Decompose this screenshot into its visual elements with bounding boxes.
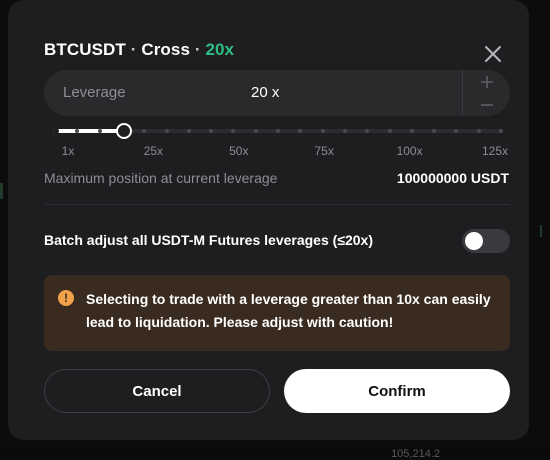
close-button[interactable] bbox=[482, 43, 504, 65]
background-chart-fragment bbox=[540, 225, 542, 237]
close-icon bbox=[485, 46, 501, 62]
batch-adjust-label: Batch adjust all USDT-M Futures leverage… bbox=[44, 232, 373, 248]
warning-text: Selecting to trade with a leverage great… bbox=[86, 291, 491, 330]
cancel-button[interactable]: Cancel bbox=[44, 369, 270, 413]
slider-tick bbox=[276, 129, 280, 133]
plus-icon bbox=[481, 75, 493, 88]
background-chart-fragment bbox=[0, 183, 3, 199]
leverage-tag: 20x bbox=[205, 40, 235, 59]
background-strip: 105,214.2 bbox=[0, 448, 550, 460]
slider-tick bbox=[186, 129, 191, 133]
divider bbox=[44, 204, 510, 205]
leverage-input-value[interactable]: 20 x bbox=[251, 84, 279, 101]
slider-tick bbox=[320, 129, 325, 133]
slider-tick-label: 100x bbox=[396, 144, 423, 158]
symbol-label: BTCUSDT bbox=[44, 40, 126, 59]
slider-tick-labels: 1x 25x 50x 75x 100x 125x bbox=[52, 144, 512, 160]
background-price: 105,214.2 bbox=[391, 448, 440, 460]
slider-tick bbox=[387, 129, 392, 133]
confirm-button[interactable]: Confirm bbox=[284, 369, 510, 413]
dialog-title: BTCUSDT · Cross · 20x bbox=[44, 40, 234, 60]
slider-tick-label: 25x bbox=[143, 144, 164, 158]
slider-tick bbox=[53, 128, 59, 134]
liquidation-warning: ! Selecting to trade with a leverage gre… bbox=[44, 275, 510, 351]
slider-tick bbox=[97, 129, 102, 133]
slider-tick bbox=[409, 129, 414, 133]
slider-tick-label: 125x bbox=[481, 144, 509, 158]
warning-icon: ! bbox=[58, 290, 74, 306]
decrease-leverage-button[interactable] bbox=[464, 93, 510, 116]
batch-adjust-toggle[interactable] bbox=[462, 229, 510, 253]
leverage-dialog: BTCUSDT · Cross · 20x Leverage 20 x 1x 25… bbox=[8, 0, 529, 440]
leverage-slider[interactable] bbox=[53, 123, 503, 139]
leverage-input-label: Leverage bbox=[63, 84, 126, 101]
max-position-value: 100000000 USDT bbox=[396, 170, 509, 186]
slider-thumb[interactable] bbox=[116, 123, 132, 139]
slider-fill bbox=[53, 129, 122, 133]
slider-tick bbox=[342, 129, 347, 133]
slider-tick bbox=[476, 129, 481, 133]
title-separator: · bbox=[194, 40, 201, 59]
margin-mode-label: Cross bbox=[141, 40, 191, 59]
minus-icon bbox=[481, 103, 493, 106]
max-position-label: Maximum position at current leverage bbox=[44, 170, 278, 186]
increase-leverage-button[interactable] bbox=[464, 70, 510, 93]
slider-tick bbox=[499, 129, 503, 133]
slider-tick-label: 1x bbox=[61, 144, 75, 158]
leverage-input[interactable]: Leverage 20 x bbox=[44, 70, 510, 116]
toggle-knob bbox=[465, 232, 483, 250]
stepper-divider bbox=[462, 70, 463, 116]
slider-tick bbox=[253, 129, 258, 133]
slider-tick-label: 50x bbox=[229, 144, 249, 158]
slider-tick bbox=[164, 129, 169, 133]
title-separator: · bbox=[130, 40, 137, 59]
slider-tick-label: 75x bbox=[314, 144, 334, 158]
